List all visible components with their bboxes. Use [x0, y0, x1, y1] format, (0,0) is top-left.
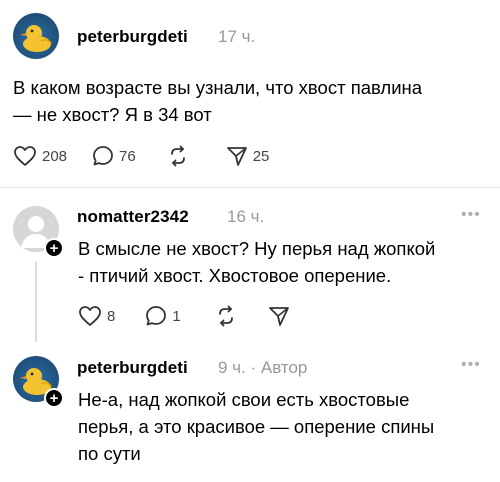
post-text-line: — не хвост? Я в 34 вот [13, 104, 212, 125]
reply-time: 9 ч. · Автор [218, 358, 308, 377]
like-count: 8 [107, 307, 116, 325]
reply-username[interactable]: peterburgdeti [77, 358, 188, 378]
comment-button[interactable]: 1 [145, 305, 181, 327]
post-time: 17 ч. [218, 27, 256, 46]
share-button[interactable] [268, 305, 290, 327]
more-options-icon[interactable]: ••• [461, 356, 481, 374]
post-username[interactable]: peterburgdeti [77, 27, 188, 47]
follow-button[interactable]: + [44, 238, 64, 258]
thread-line [35, 262, 37, 342]
repost-button[interactable] [214, 305, 238, 327]
like-button[interactable]: 208 [13, 145, 67, 167]
repost-icon [170, 145, 185, 167]
send-icon [226, 147, 247, 166]
plus-icon: + [49, 389, 59, 407]
reply-text-line: В смысле не хвост? Ну перья над жопкой [78, 238, 436, 259]
more-options-icon[interactable]: ••• [461, 206, 481, 224]
heart-icon [14, 146, 36, 166]
reply-text-line: - птичий хвост. Хвостовое оперение. [78, 265, 392, 286]
plus-icon: + [49, 239, 59, 257]
post-actions: 208 76 25 [13, 145, 269, 167]
reply-time: 16 ч. [227, 207, 265, 226]
reply-text-line: Не-а, над жопкой свои есть хвостовые [78, 389, 410, 410]
like-button[interactable]: 8 [78, 305, 115, 327]
avatar[interactable] [13, 13, 59, 59]
comment-bubble-icon [146, 306, 167, 326]
comment-count: 1 [172, 307, 181, 325]
comment-count: 76 [119, 147, 136, 165]
duck-avatar-icon [20, 25, 52, 52]
comment-button[interactable]: 76 [92, 145, 136, 167]
share-count: 25 [252, 147, 270, 165]
like-count: 208 [42, 147, 68, 165]
repost-icon [218, 305, 233, 327]
post-text-line: В каком возрасте вы узнали, что хвост па… [13, 77, 423, 98]
repost-button[interactable] [166, 145, 190, 167]
share-button[interactable]: 25 [226, 145, 270, 167]
reply-actions: 8 1 [78, 305, 290, 327]
reply-text-line: по сути [78, 443, 141, 464]
reply-username[interactable]: nomatter2342 [77, 207, 189, 227]
send-icon [268, 307, 289, 326]
reply-text-line: перья, а это красивое — оперение спины [78, 416, 435, 437]
follow-button[interactable]: + [44, 388, 64, 408]
heart-icon [79, 306, 101, 326]
divider [0, 187, 500, 188]
comment-bubble-icon [93, 146, 113, 166]
